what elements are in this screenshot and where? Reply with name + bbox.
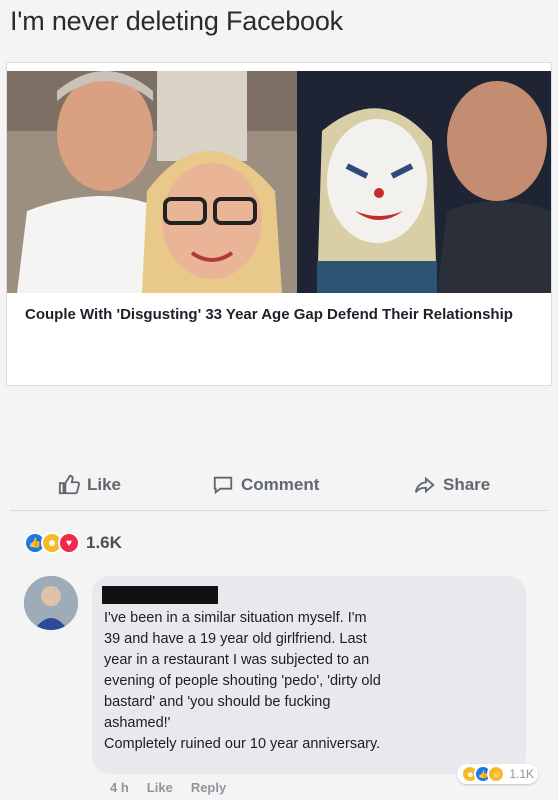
post-reactions-summary[interactable]: 👍 ☻ ♥ 1.6K <box>24 532 122 554</box>
speech-bubble-icon <box>213 476 233 495</box>
link-preview-image <box>7 71 551 293</box>
share-label: Share <box>443 475 491 494</box>
comment-text: I've been in a similar situation myself.… <box>104 610 381 752</box>
screenshot-caption: I'm never deleting Facebook <box>10 6 343 36</box>
share-button[interactable]: Share <box>414 474 490 496</box>
thumbs-up-icon <box>58 474 80 495</box>
reaction-count: 1.6K <box>86 533 122 552</box>
comment-reply-link[interactable]: Reply <box>191 780 226 795</box>
like-label: Like <box>87 475 122 494</box>
link-headline[interactable]: Couple With 'Disgusting' 33 Year Age Gap… <box>25 303 525 326</box>
shared-link-card[interactable]: Couple With 'Disgusting' 33 Year Age Gap… <box>6 62 552 386</box>
action-divider <box>10 510 548 511</box>
comment-meta: 4 h Like Reply <box>110 780 226 795</box>
share-arrow-icon <box>414 476 435 494</box>
wow-reaction-icon: ☺ <box>487 765 506 783</box>
couple-photo-right <box>297 71 551 293</box>
comment-like-link[interactable]: Like <box>147 780 173 795</box>
commenter-avatar[interactable] <box>24 576 78 630</box>
couple-photo-left <box>7 71 297 293</box>
like-button[interactable]: Like <box>58 474 121 496</box>
love-reaction-icon: ♥ <box>58 532 80 554</box>
comment-bubble: I've been in a similar situation myself.… <box>92 576 538 784</box>
comment-label: Comment <box>241 475 320 494</box>
comment-button[interactable]: Comment <box>212 474 319 496</box>
redacted-commenter-name <box>102 586 218 604</box>
post-action-bar: Like Comment Share <box>0 466 558 506</box>
comment-timestamp: 4 h <box>110 780 129 795</box>
comment-reaction-count: 1.1K <box>509 767 534 781</box>
comment-reactions[interactable]: ☻ 👍 ☺ 1.1K <box>457 764 538 784</box>
